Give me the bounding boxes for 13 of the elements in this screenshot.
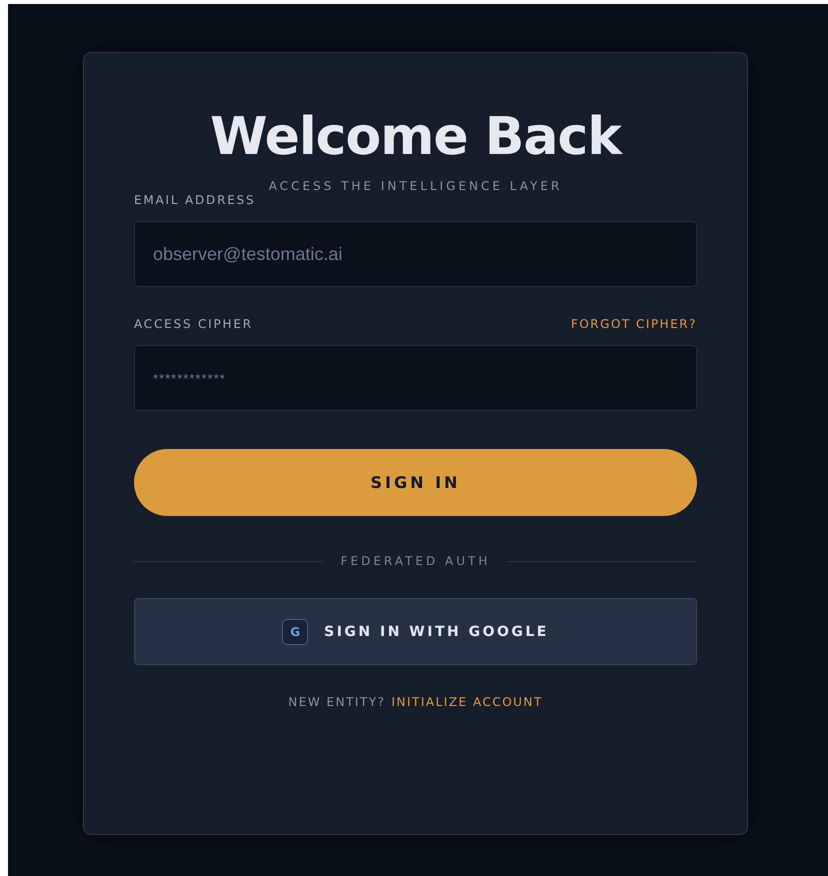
forgot-link[interactable]: FORGOT CIPHER? [570,317,697,331]
google-sign-in-button[interactable]: G SIGN IN WITH GOOGLE [134,598,697,665]
sign-in-button[interactable]: SIGN IN [134,449,697,516]
divider-label: FEDERATED AUTH [340,554,490,568]
email-field[interactable]: observer@testomatic.ai [134,221,697,287]
password-field[interactable]: ************ [134,345,697,411]
footer-text: NEW ENTITY? [288,695,386,709]
field-label: EMAIL ADDRESS [134,193,256,207]
google-icon: G [282,618,308,644]
subtitle: ACCESS THE INTELLIGENCE LAYER [268,179,564,193]
create-account-link[interactable]: INITIALIZE ACCOUNT [391,695,543,709]
field-label: ACCESS CIPHER [134,317,253,331]
page-title: Welcome Back [209,106,624,169]
